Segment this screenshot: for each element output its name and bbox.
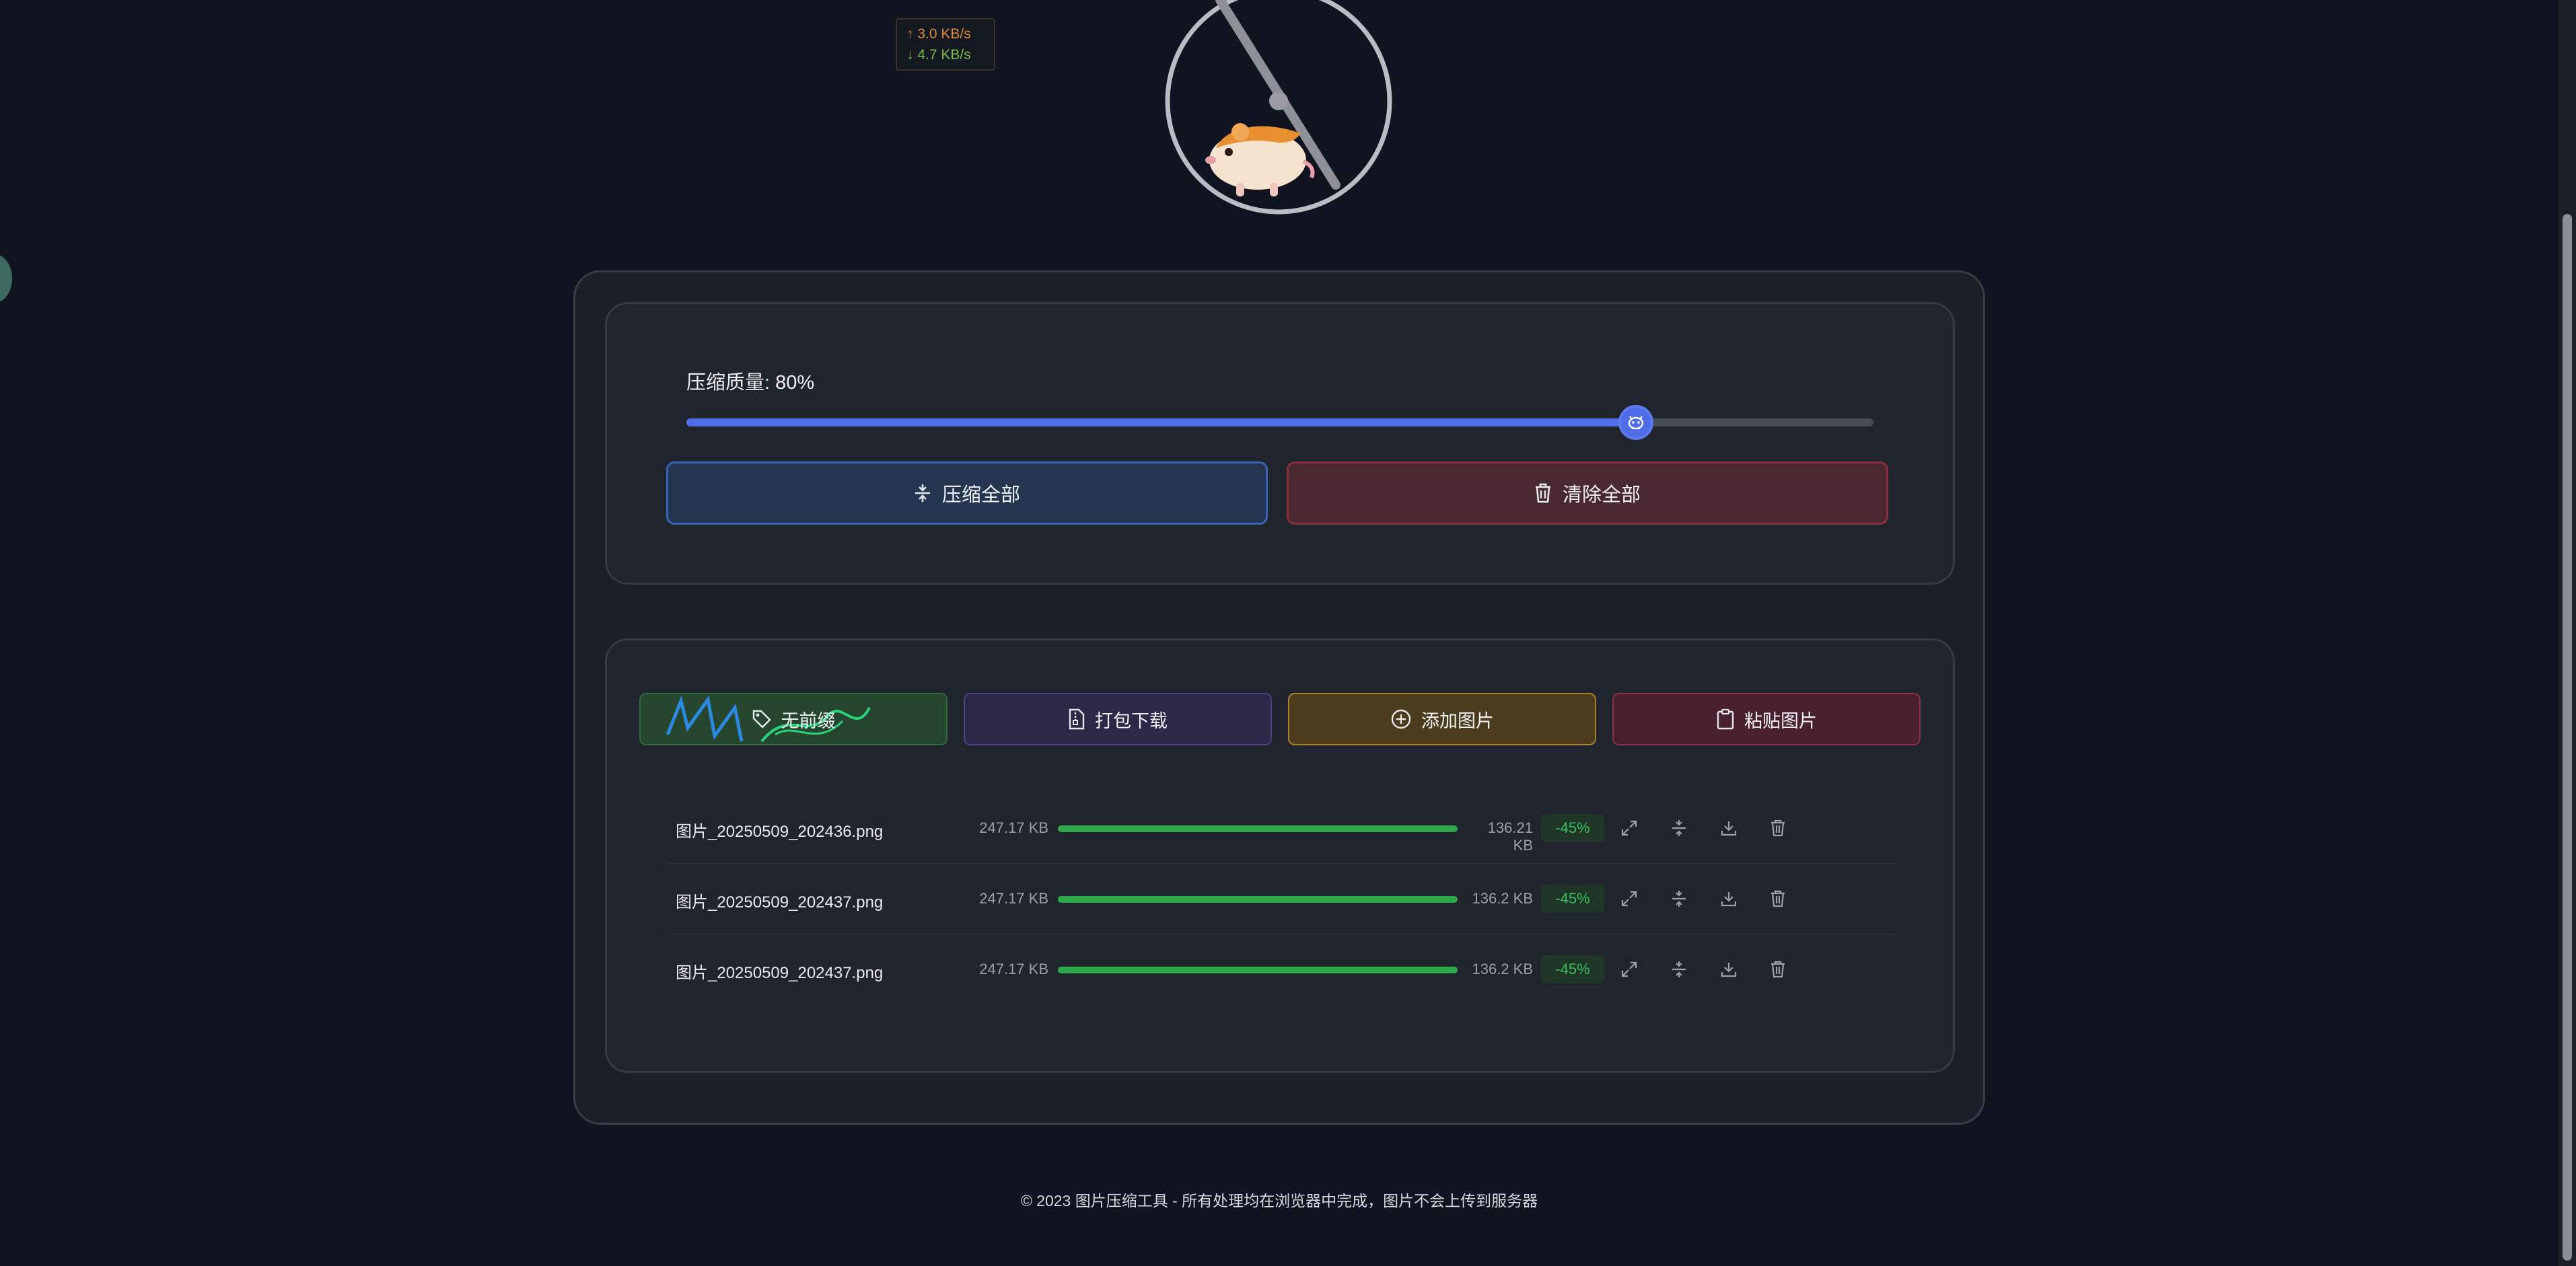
clear-all-button[interactable]: 清除全部: [1287, 461, 1888, 525]
compression-progress: [1058, 896, 1458, 903]
expand-icon[interactable]: [1616, 886, 1642, 911]
expand-icon[interactable]: [1616, 957, 1642, 982]
upload-speed: ↑ 3.0 KB/s: [906, 26, 971, 42]
paste-images-label: 粘贴图片: [1744, 710, 1817, 731]
paste-images-button[interactable]: 粘贴图片: [1612, 693, 1921, 745]
file-name: 图片_20250509_202437.png: [676, 893, 884, 911]
download-speed: ↓ 4.7 KB/s: [906, 47, 971, 63]
clipboard-icon: [1717, 708, 1734, 730]
original-size: 247.17 KB: [979, 961, 1048, 977]
quality-label: 压缩质量: 80%: [686, 372, 815, 394]
hamster-wheel-logo: [1162, 0, 1395, 215]
trash-icon[interactable]: [1765, 815, 1791, 841]
compress-icon: [915, 484, 930, 502]
compress-all-button[interactable]: 压缩全部: [666, 461, 1268, 525]
saving-badge: -45%: [1541, 814, 1604, 842]
file-panel: 无前缀 打包下载 添加图片 粘贴图片 图片_20250509_202436.pn…: [605, 638, 1955, 1073]
download-icon[interactable]: [1716, 815, 1742, 841]
footer-note: © 2023 图片压缩工具 - 所有处理均在浏览器中完成，图片不会上传到服务器: [1020, 1192, 1538, 1209]
compression-progress: [1058, 825, 1458, 832]
compress-icon[interactable]: [1666, 815, 1692, 841]
zip-download-button[interactable]: 打包下载: [964, 693, 1272, 745]
download-icon[interactable]: [1716, 886, 1742, 911]
compress-icon[interactable]: [1666, 886, 1692, 911]
add-images-label: 添加图片: [1421, 710, 1494, 731]
hamster-thumb-icon: [1628, 416, 1644, 430]
file-row: 图片_20250509_202436.png 247.17 KB 136.21 …: [666, 794, 1898, 864]
trash-icon[interactable]: [1765, 957, 1791, 982]
quality-slider-fill: [686, 418, 1637, 426]
trash-icon[interactable]: [1765, 886, 1791, 911]
side-handle[interactable]: [0, 254, 12, 303]
no-prefix-label: 无前缀: [781, 710, 836, 731]
saving-badge: -45%: [1541, 885, 1604, 913]
file-list: 图片_20250509_202436.png 247.17 KB 136.21 …: [666, 794, 1898, 1006]
file-name: 图片_20250509_202437.png: [676, 964, 884, 982]
quality-slider-thumb[interactable]: [1618, 405, 1654, 440]
file-name: 图片_20250509_202436.png: [676, 823, 884, 841]
scrollbar-thumb[interactable]: [2563, 214, 2572, 1261]
compression-settings-panel: 压缩质量: 80% 压缩全部 清除全部: [605, 302, 1955, 585]
quality-slider[interactable]: [686, 405, 1873, 440]
expand-icon[interactable]: [1616, 815, 1642, 841]
compressed-size: 136.2 KB: [1472, 890, 1533, 907]
no-prefix-button[interactable]: 无前缀: [639, 693, 947, 745]
file-row: 图片_20250509_202437.png 247.17 KB 136.2 K…: [666, 935, 1898, 1006]
zip-download-label: 打包下载: [1095, 710, 1168, 731]
main-card: 压缩质量: 80% 压缩全部 清除全部 无前缀 打包下载 添加图片 粘贴图片 图…: [573, 270, 1985, 1125]
clear-all-label: 清除全部: [1562, 484, 1641, 506]
compression-progress-fill: [1058, 967, 1458, 973]
file-row: 图片_20250509_202437.png 247.17 KB 136.2 K…: [666, 864, 1898, 935]
plus-circle-icon: [1391, 709, 1411, 729]
compression-progress-fill: [1058, 896, 1458, 903]
file-zip-icon: [1069, 708, 1085, 730]
original-size: 247.17 KB: [979, 819, 1048, 836]
compression-progress: [1058, 967, 1458, 973]
original-size: 247.17 KB: [979, 890, 1048, 907]
compress-all-label: 压缩全部: [941, 484, 1020, 506]
page-scrollbar[interactable]: [2559, 0, 2576, 1266]
saving-badge: -45%: [1541, 955, 1604, 983]
compressed-size: 136.2 KB: [1472, 961, 1533, 977]
network-speed-indicator: ↑ 3.0 KB/s ↓ 4.7 KB/s: [896, 18, 995, 71]
trash-icon: [1535, 483, 1550, 503]
add-images-button[interactable]: 添加图片: [1288, 693, 1596, 745]
download-icon[interactable]: [1716, 957, 1742, 982]
compression-progress-fill: [1058, 825, 1458, 832]
compress-icon[interactable]: [1666, 957, 1692, 982]
tag-icon: [752, 710, 771, 729]
compressed-size: 136.21 KB: [1487, 819, 1533, 854]
